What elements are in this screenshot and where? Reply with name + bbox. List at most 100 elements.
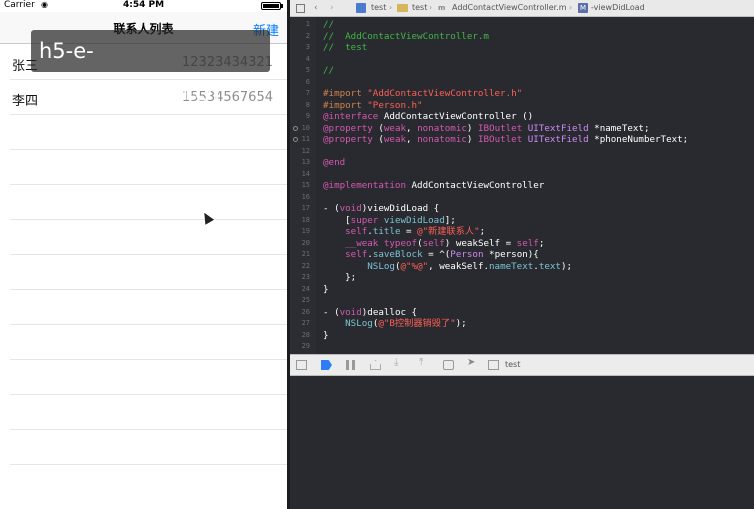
pause-icon[interactable] [346,360,355,370]
code-token: self [516,237,539,249]
breakpoint-icon[interactable] [321,360,332,370]
code-token: } [323,283,329,295]
ios-simulator: Carrier ◉ 4:54 PM 联系人列表 新建 张三12323434321… [0,0,287,509]
code-line: 13 @end [290,157,754,169]
breadcrumb-method[interactable]: -viewDidLoad [591,3,645,12]
code-token: IBOutlet [477,122,528,134]
code-token: __weak typeof [345,237,418,249]
code-line: 22 NSLog(@"%@", weakSelf.nameText.text); [290,261,754,273]
code-token: self [345,249,368,260]
breadcrumb-separator-icon: › [569,3,573,12]
code-token: @"%@" [400,260,429,272]
line-number: 11 [301,135,310,143]
code-line: 10 @property (weak, nonatomic) IBOutlet U… [290,123,754,135]
code-line: 24} [290,284,754,296]
grid-icon[interactable] [296,4,305,13]
step-over-icon[interactable]: ⤓ [394,357,405,368]
location-icon[interactable]: ➤ [467,357,478,368]
empty-table-row [10,325,287,360]
code-token: *phoneNumberText; [594,134,689,145]
code-text: [super viewDidLoad]; [323,215,456,227]
code-token: }; [323,272,357,283]
code-token: [ [323,214,351,226]
empty-table-row [10,185,287,220]
code-token: void [339,306,362,318]
line-number: 14 [301,169,310,178]
line-number: 15 [301,181,310,189]
code-text: self.title = @"新建联系人"; [323,226,485,238]
code-token: )dealloc { [361,306,418,318]
code-token: nonatomic [417,122,467,134]
jump-bar: ‹ › test › test › m AddContactViewContro… [290,0,754,17]
line-number: 12 [301,146,310,155]
code-text: - (void)dealloc { [323,307,417,319]
line-number: 25 [301,296,310,304]
step-out-icon[interactable]: ⤒ [419,357,430,368]
line-number: 18 [301,215,310,224]
line-number: 16 [301,192,310,201]
code-token: // test [323,42,368,53]
code-text: self.saveBlock = ^(Person *person){ [323,249,539,261]
debug-console[interactable] [290,377,754,509]
code-line: 9 @interface AddContactViewController () [290,111,754,123]
line-number: 4 [305,54,310,63]
code-token: nameText [489,260,534,272]
code-token: self [345,226,368,237]
code-line: 3 // test [290,42,754,54]
line-number: 26 [301,307,310,316]
code-token: @"新建联系人" [417,226,480,237]
line-number: 1 [305,20,310,28]
hide-console-icon[interactable] [296,360,307,370]
empty-table-row [10,395,287,430]
code-token: ); [560,260,573,272]
line-number: 3 [305,43,310,51]
code-token: NSLog [367,260,395,272]
code-token: AddContactViewController () [383,111,534,122]
contact-name: 李四 [12,94,39,109]
line-number: 19 [301,227,310,235]
code-token: @end [323,157,346,168]
line-number: 27 [301,319,310,327]
code-token: // [323,65,335,76]
code-line: 8 #import "Person.h" [290,100,754,112]
chevron-right-icon[interactable]: › [330,3,334,13]
code-line: 21 self.saveBlock = ^(Person *person){ [290,249,754,261]
line-number: 9 [305,112,310,120]
breadcrumb-project[interactable]: test [371,3,386,12]
code-token: @property [323,134,379,145]
empty-table-row [10,430,287,465]
line-number: 20 [301,238,310,247]
breadcrumb-group[interactable]: test [412,3,427,12]
code-token: ; [479,226,486,237]
view-debugger-icon[interactable] [443,360,454,370]
code-line: 2 // AddContactViewController.m [290,31,754,43]
code-token: } [323,329,329,341]
code-text: @property (weak, nonatomic) IBOutlet UIT… [323,123,649,135]
status-time: 4:54 PM [122,0,165,10]
code-token: ) weakSelf = [444,237,517,249]
code-text: } [323,330,329,342]
folder-icon [397,4,408,12]
code-text: @end [323,157,345,169]
breadcrumb-file[interactable]: AddContactViewController.m [452,3,567,12]
code-token: , [406,122,418,134]
code-line: 17 - (void)viewDidLoad { [290,203,754,215]
empty-table-row [10,150,287,185]
code-token: // AddContactViewController.m [323,30,489,42]
method-icon: M [578,3,588,13]
code-token: ; [538,237,545,249]
debug-target-label[interactable]: test [505,360,520,369]
code-editor[interactable]: 1 // 2 // AddContactViewController.m 3 // tes… [290,17,754,354]
code-token: ); [455,318,467,329]
code-token: @interface [323,111,384,122]
continue-icon[interactable] [370,360,381,370]
code-text: // [323,65,334,77]
code-token: UITextField [527,122,595,134]
code-token: ]; [444,214,456,226]
line-number: 21 [301,250,310,258]
chevron-left-icon[interactable]: ‹ [314,3,318,13]
target-icon[interactable] [488,360,499,370]
